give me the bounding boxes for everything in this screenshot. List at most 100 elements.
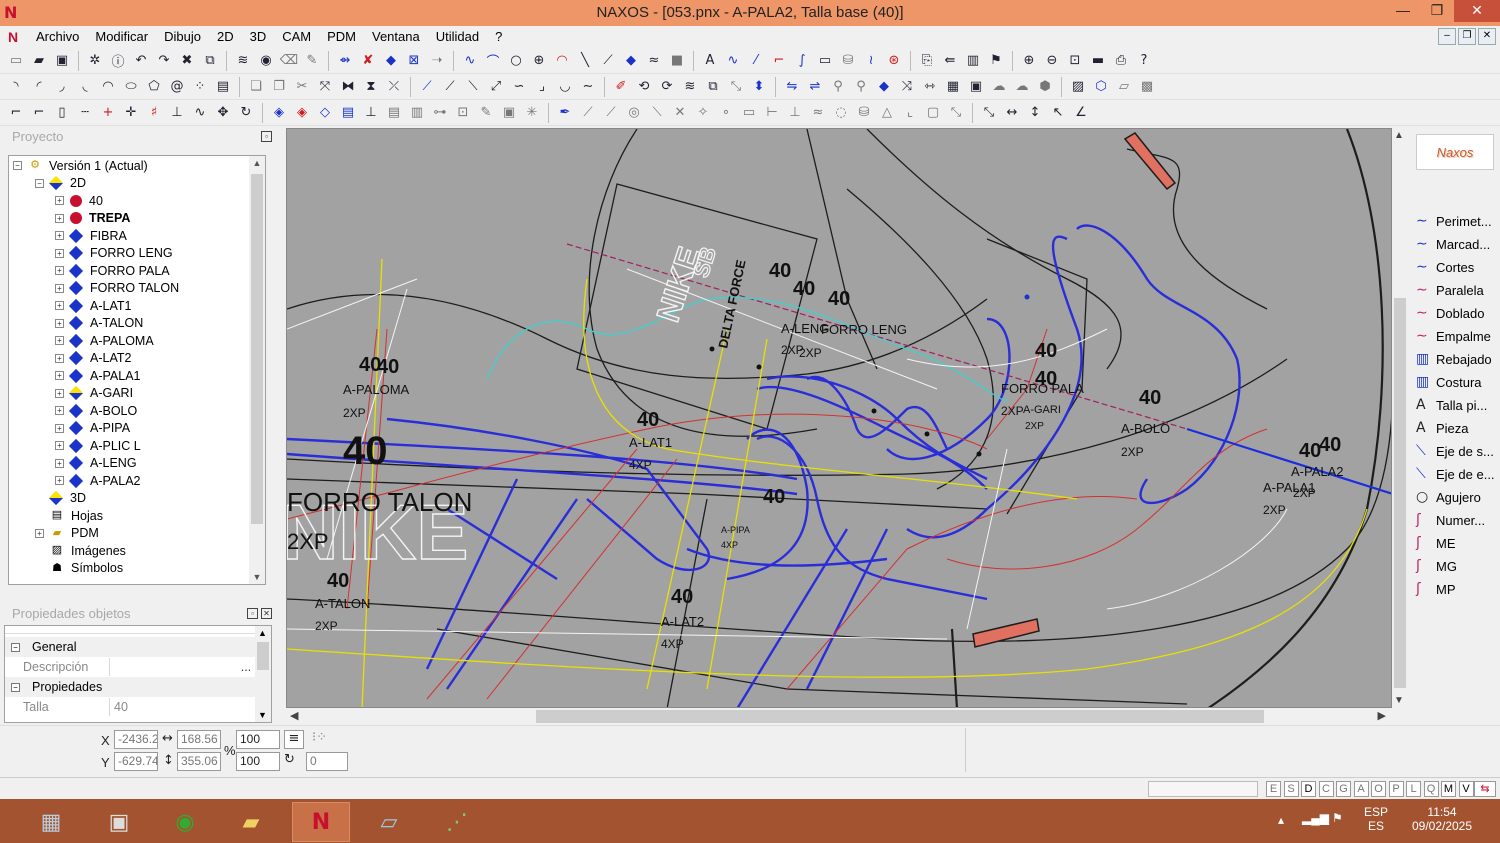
arc-tool-3-icon[interactable]: ◞ xyxy=(52,77,72,97)
center-icon[interactable]: ✛ xyxy=(121,103,141,123)
expand-icon[interactable]: + xyxy=(55,266,64,276)
scale-y-field[interactable]: 100 xyxy=(236,752,280,771)
y-coordinate-field[interactable]: -629.74 xyxy=(114,752,158,771)
refresh-icon[interactable]: ↻ xyxy=(236,103,256,123)
pick-icon[interactable]: ✥ xyxy=(213,103,233,123)
tree-images[interactable]: ▨ Imágenes xyxy=(35,542,126,560)
tool-seam[interactable]: ▥ Costura xyxy=(1416,371,1482,393)
document-icon[interactable]: N xyxy=(8,29,28,45)
expand-icon[interactable]: + xyxy=(55,476,64,486)
line-tool-icon[interactable]: ⟋ xyxy=(578,103,598,123)
props-category-general[interactable]: − General xyxy=(5,637,255,657)
dot-icon[interactable]: ∘ xyxy=(716,103,736,123)
tool-cuts[interactable]: ∼ Cortes xyxy=(1416,256,1474,278)
tool-hole[interactable]: ○ Agujero xyxy=(1416,486,1481,508)
fillet-icon[interactable]: ◡ xyxy=(555,77,575,97)
table-icon[interactable]: ▤ xyxy=(384,103,404,123)
arrow-icon[interactable]: ➝ xyxy=(427,51,447,71)
polygon-icon[interactable]: ⬠ xyxy=(144,77,164,97)
arc-tool-1-icon[interactable]: ◝ xyxy=(6,77,26,97)
expand-icon[interactable]: + xyxy=(55,371,64,381)
tool-axis-e[interactable]: ⟍ Eje de e... xyxy=(1416,463,1495,485)
help-icon[interactable]: ? xyxy=(1134,51,1154,71)
arc-tool-4-icon[interactable]: ◟ xyxy=(75,77,95,97)
target-icon[interactable]: ⊛ xyxy=(884,51,904,71)
tree-pdm[interactable]: + ▰ PDM xyxy=(35,525,99,543)
canvas-vertical-scrollbar[interactable]: ▲ ▼ xyxy=(1392,128,1408,708)
sparkle-icon[interactable]: ✧ xyxy=(693,103,713,123)
tag-icon[interactable]: ⚑ xyxy=(986,51,1006,71)
save-icon[interactable]: ▣ xyxy=(52,51,72,71)
rotate-copy-icon[interactable]: ⟳ xyxy=(657,77,677,97)
break-icon[interactable]: ⟍ xyxy=(463,77,483,97)
expand-icon[interactable]: + xyxy=(55,213,64,223)
file-manager-app-icon[interactable]: ▰ xyxy=(222,802,280,842)
status-key-o[interactable]: O xyxy=(1371,781,1386,797)
rotation-field[interactable]: 0 xyxy=(306,752,348,771)
tool-mp[interactable]: ʃ MP xyxy=(1416,578,1456,600)
frame-icon[interactable]: ⊠ xyxy=(404,51,424,71)
tool-parallel[interactable]: ∼ Paralela xyxy=(1416,279,1484,301)
tool-perimeter[interactable]: ∼ Perimet... xyxy=(1416,210,1492,232)
scroll-down-icon[interactable]: ▼ xyxy=(258,710,267,720)
props-scroll-thumb[interactable] xyxy=(257,642,269,670)
resize-icon[interactable]: ⤡ xyxy=(946,103,966,123)
paste-icon[interactable]: ❐ xyxy=(269,77,289,97)
shape-icon[interactable]: ⬢ xyxy=(1035,77,1055,97)
description-browse-button[interactable]: ... xyxy=(237,658,255,676)
tool-numbering[interactable]: ʃ Numer... xyxy=(1416,509,1485,531)
paint-icon[interactable]: ◉ xyxy=(256,51,276,71)
hatch-icon[interactable]: ▤ xyxy=(213,77,233,97)
expand-icon[interactable]: + xyxy=(55,318,64,328)
scroll-up-icon[interactable]: ▲ xyxy=(1394,130,1404,141)
transform-icon[interactable]: ⤧ xyxy=(315,77,335,97)
status-key-q[interactable]: Q xyxy=(1423,781,1439,797)
props-scrollbar[interactable]: ▲ ▼ xyxy=(255,626,271,722)
search-icon[interactable]: ⚲ xyxy=(828,77,848,97)
zoom-fit-icon[interactable]: ⊡ xyxy=(1065,51,1085,71)
block-icon[interactable]: ■ xyxy=(667,51,687,71)
line-tool-2-icon[interactable]: ⟋ xyxy=(601,103,621,123)
calculator-app-icon[interactable]: ▦ xyxy=(22,802,80,842)
mdi-close-button[interactable]: ✕ xyxy=(1478,28,1496,45)
stack-icon[interactable]: ▩ xyxy=(1137,77,1157,97)
pattern-2-icon[interactable]: ◈ xyxy=(292,103,312,123)
rotate-icon[interactable]: ⟲ xyxy=(634,77,654,97)
trim-icon[interactable]: ⤫ xyxy=(384,77,404,97)
join-icon[interactable]: ⤢ xyxy=(486,77,506,97)
diagonal-icon[interactable]: ⟍ xyxy=(647,103,667,123)
expand-icon[interactable]: + xyxy=(55,388,64,398)
tree-2d[interactable]: − 2D xyxy=(35,175,86,193)
move-icon[interactable]: ⇴ xyxy=(335,51,355,71)
menu-archivo[interactable]: Archivo xyxy=(28,26,87,48)
notes-app-icon[interactable]: ▱ xyxy=(360,802,418,842)
scroll-down-icon[interactable]: ▼ xyxy=(1394,695,1404,706)
close-button[interactable]: ✕ xyxy=(1454,0,1500,22)
menu-modificar[interactable]: Modificar xyxy=(87,26,156,48)
page-icon[interactable]: ▯ xyxy=(52,103,72,123)
tree-sheets[interactable]: ▤ Hojas xyxy=(35,507,103,525)
mdi-restore-button[interactable]: ❐ xyxy=(1458,28,1476,45)
node-icon[interactable]: ◆ xyxy=(381,51,401,71)
wave-tool-icon[interactable]: ∿ xyxy=(723,51,743,71)
dashed-line-icon[interactable]: ┄ xyxy=(75,103,95,123)
mark-icon[interactable]: + xyxy=(98,103,118,123)
circle-icon[interactable]: ○ xyxy=(506,51,526,71)
select-node-icon[interactable]: ◆ xyxy=(874,77,894,97)
scroll-up-icon[interactable]: ▲ xyxy=(258,628,267,638)
measure-icon[interactable]: ⇿ xyxy=(920,77,940,97)
zoom-in-icon[interactable]: ⊕ xyxy=(1019,51,1039,71)
drawing-canvas[interactable]: NIKE NIKE SB DELTA FORCE 40 40 40 FORRO … xyxy=(286,128,1392,708)
shoe-design-app-icon[interactable]: ⋰ xyxy=(428,802,486,842)
tree-symbols[interactable]: ☗ Símbolos xyxy=(35,560,123,578)
tool-axis-s[interactable]: ⟍ Eje de s... xyxy=(1416,440,1494,462)
menu-ventana[interactable]: Ventana xyxy=(364,26,428,48)
x-icon[interactable]: ✕ xyxy=(670,103,690,123)
status-key-m[interactable]: M xyxy=(1441,781,1456,797)
pattern-1-icon[interactable]: ◈ xyxy=(269,103,289,123)
scroll-left-icon[interactable]: ◀ xyxy=(290,709,298,722)
menu-dibujo[interactable]: Dibujo xyxy=(156,26,209,48)
tree-layer-row[interactable]: + FORRO PALA xyxy=(55,262,170,280)
stretch-icon[interactable]: ∼ xyxy=(578,77,598,97)
tree-layer-row[interactable]: + FORRO LENG xyxy=(55,245,173,263)
